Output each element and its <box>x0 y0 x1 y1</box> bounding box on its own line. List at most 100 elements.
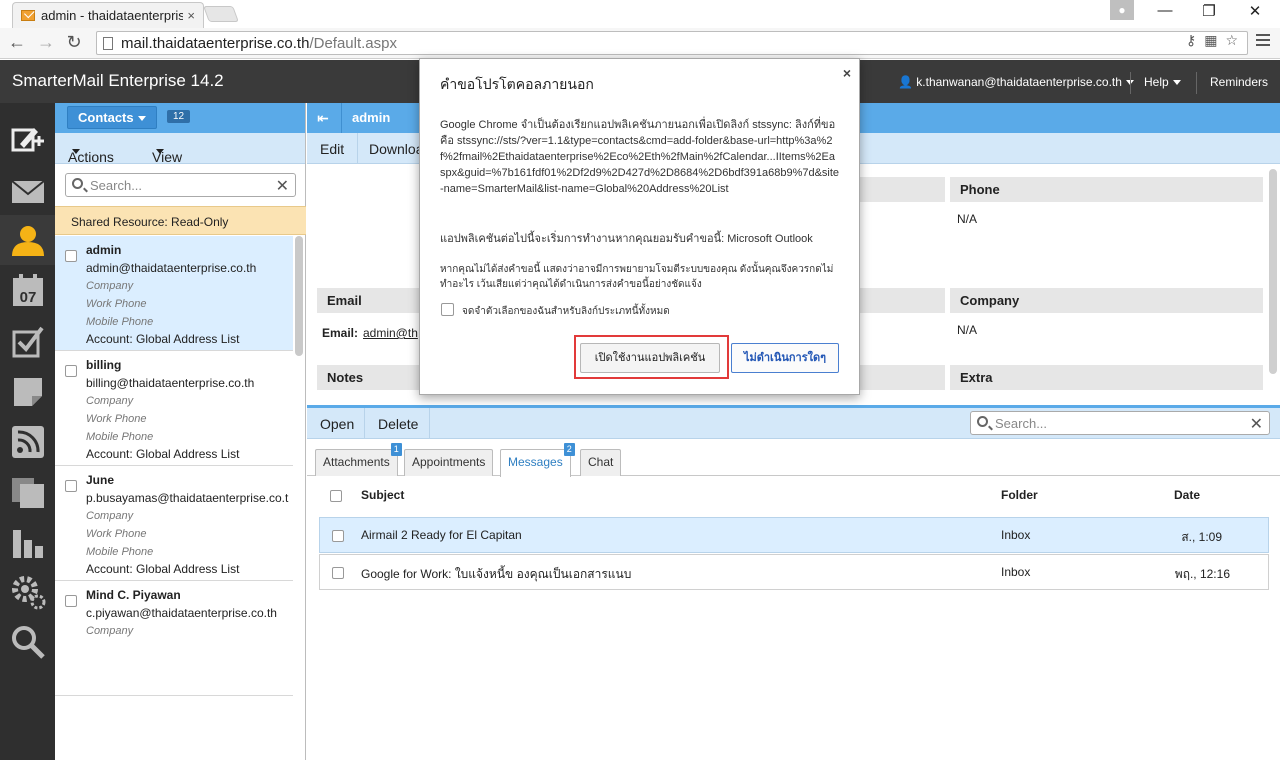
contact-company: Company <box>86 510 134 522</box>
contacts-dropdown-button[interactable]: Contacts <box>67 106 157 129</box>
delete-button[interactable]: Delete <box>378 416 418 432</box>
contact-mobile-phone: Mobile Phone <box>86 546 154 558</box>
contacts-search-input[interactable]: Search... ✕ <box>65 173 296 197</box>
rss-icon[interactable] <box>0 417 55 467</box>
dialog-close-icon[interactable]: × <box>843 65 851 81</box>
toolbar-divider <box>364 408 365 439</box>
new-tab-button[interactable] <box>203 6 239 22</box>
profile-icon[interactable]: ● <box>1110 0 1134 20</box>
email-label: Email: <box>322 326 359 340</box>
bookmark-star-icon[interactable]: ☆ <box>1225 32 1238 49</box>
open-button[interactable]: Open <box>320 416 354 432</box>
contact-list-item[interactable]: admin admin@thaidataenterprise.co.th Com… <box>55 236 293 351</box>
contact-list-item[interactable]: Mind C. Piyawan c.piyawan@thaidataenterp… <box>55 581 293 696</box>
reminders-link[interactable]: Reminders <box>1210 75 1268 89</box>
contacts-dropdown-label: Contacts <box>78 110 134 125</box>
browser-tab[interactable]: admin - thaidataenterprise × <box>12 2 204 28</box>
mail-favicon-icon <box>21 10 35 21</box>
message-folder: Inbox <box>1001 528 1031 542</box>
tasks-icon[interactable] <box>0 317 55 367</box>
search-placeholder: Search... <box>995 416 1048 431</box>
tab-label: Appointments <box>412 455 486 469</box>
contact-list: admin admin@thaidataenterprise.co.th Com… <box>55 236 293 760</box>
dialog-application-text: แอปพลิเคชันต่อไปนี้จะเริ่มการทำงานหากคุณ… <box>440 233 813 245</box>
tab-messages[interactable]: Messages 2 <box>500 443 575 477</box>
dialog-warning-text: หากคุณไม่ได้ส่งคำขอนี้ แสดงว่าอาจมีการพย… <box>440 264 834 290</box>
contact-list-item[interactable]: June p.busayamas@thaidataenterprise.co.t… <box>55 466 293 581</box>
search-icon[interactable] <box>0 617 55 667</box>
contact-checkbox[interactable] <box>65 250 77 262</box>
mail-icon[interactable] <box>0 166 55 216</box>
forward-arrow-icon[interactable]: → <box>35 32 57 53</box>
message-checkbox[interactable] <box>332 530 344 542</box>
caret-down-icon <box>1172 80 1181 86</box>
contact-checkbox[interactable] <box>65 365 77 377</box>
chrome-menu-icon[interactable] <box>1256 34 1270 49</box>
contact-work-phone: Work Phone <box>86 298 147 310</box>
tab-close-icon[interactable]: × <box>187 8 195 23</box>
column-date[interactable]: Date <box>1174 488 1200 502</box>
clear-search-icon[interactable]: ✕ <box>1250 414 1263 434</box>
contact-account: Account: Global Address List <box>86 447 240 461</box>
contact-mobile-phone: Mobile Phone <box>86 431 154 443</box>
contact-account: Account: Global Address List <box>86 332 240 346</box>
contact-checkbox[interactable] <box>65 480 77 492</box>
contact-list-item[interactable]: billing billing@thaidataenterprise.co.th… <box>55 351 293 466</box>
message-row[interactable]: Airmail 2 Ready for El Capitan Inbox ส.,… <box>319 517 1269 553</box>
contacts-icon[interactable] <box>0 215 55 265</box>
window-close-icon[interactable]: ✕ <box>1240 2 1270 20</box>
tab-label: Attachments <box>323 455 390 469</box>
detail-scrollbar[interactable] <box>1269 169 1277 374</box>
calendar-icon[interactable]: 07 <box>0 265 55 315</box>
user-email: k.thanwanan@thaidataenterprise.co.th <box>916 75 1122 89</box>
notes-icon[interactable] <box>0 367 55 417</box>
translate-icon[interactable]: ▦ <box>1204 32 1217 49</box>
detail-title: admin <box>352 110 391 125</box>
tab-attachments[interactable]: Attachments 1 <box>315 443 402 476</box>
reports-icon[interactable] <box>0 517 55 567</box>
remember-choice-checkbox[interactable] <box>441 303 454 316</box>
tab-appointments[interactable]: Appointments <box>404 449 494 476</box>
messages-search-input[interactable]: Search... ✕ <box>970 411 1270 435</box>
browser-toolbar: ← → ↻ mail.thaidataenterprise.co.th/Defa… <box>0 28 1280 59</box>
contact-list-scrollbar[interactable] <box>295 236 303 356</box>
contacts-panel: Contacts 12 Actions View Search... ✕ Sha… <box>55 103 306 760</box>
help-menu[interactable]: Help <box>1144 75 1181 89</box>
contact-checkbox[interactable] <box>65 595 77 607</box>
page-icon <box>103 36 113 50</box>
phone-section-header: Phone <box>950 177 1263 202</box>
settings-gear-icon[interactable] <box>0 567 55 617</box>
column-subject[interactable]: Subject <box>361 488 404 502</box>
tab-chat[interactable]: Chat <box>580 449 622 476</box>
column-folder[interactable]: Folder <box>1001 488 1038 502</box>
message-checkbox[interactable] <box>332 567 344 579</box>
compose-icon[interactable] <box>0 115 55 165</box>
select-all-checkbox[interactable] <box>330 490 342 502</box>
back-arrow-icon[interactable]: ← <box>6 32 28 53</box>
collapse-panel-icon[interactable]: ⇤ <box>317 110 329 127</box>
tab-title: admin - thaidataenterprise <box>41 8 184 23</box>
email-link[interactable]: admin@th <box>363 326 418 340</box>
address-bar[interactable]: mail.thaidataenterprise.co.th/Default.as… <box>96 31 1248 55</box>
omnibox-icons: ⚷ ▦ ☆ <box>1186 32 1238 49</box>
contact-work-phone: Work Phone <box>86 413 147 425</box>
extra-section-header: Extra <box>950 365 1263 390</box>
edit-button[interactable]: Edit <box>320 141 344 157</box>
title-divider <box>341 103 342 133</box>
contact-email: billing@thaidataenterprise.co.th <box>86 376 255 390</box>
clear-search-icon[interactable]: ✕ <box>276 176 289 196</box>
restore-icon[interactable]: ❐ <box>1194 2 1224 20</box>
reload-icon[interactable]: ↻ <box>63 32 85 53</box>
toolbar-divider <box>429 408 430 439</box>
do-nothing-button[interactable]: ไม่ดำเนินการใดๆ <box>731 343 839 373</box>
contact-name: billing <box>86 358 122 372</box>
company-section-header: Company <box>950 288 1263 313</box>
minimize-icon[interactable]: — <box>1150 2 1180 19</box>
user-menu[interactable]: 👤 k.thanwanan@thaidataenterprise.co.th <box>898 75 1134 89</box>
launch-application-button[interactable]: เปิดใช้งานแอปพลิเคชัน <box>580 343 720 373</box>
external-protocol-dialog: คำขอโปรโตคอลภายนอก × Google Chrome จำเป็… <box>419 58 860 395</box>
key-icon[interactable]: ⚷ <box>1186 32 1196 49</box>
contact-company: Company <box>86 280 134 292</box>
file-storage-icon[interactable] <box>0 467 55 517</box>
message-row[interactable]: Google for Work: ใบแจ้งหนี้ข องคุณเป็นเอ… <box>319 554 1269 590</box>
